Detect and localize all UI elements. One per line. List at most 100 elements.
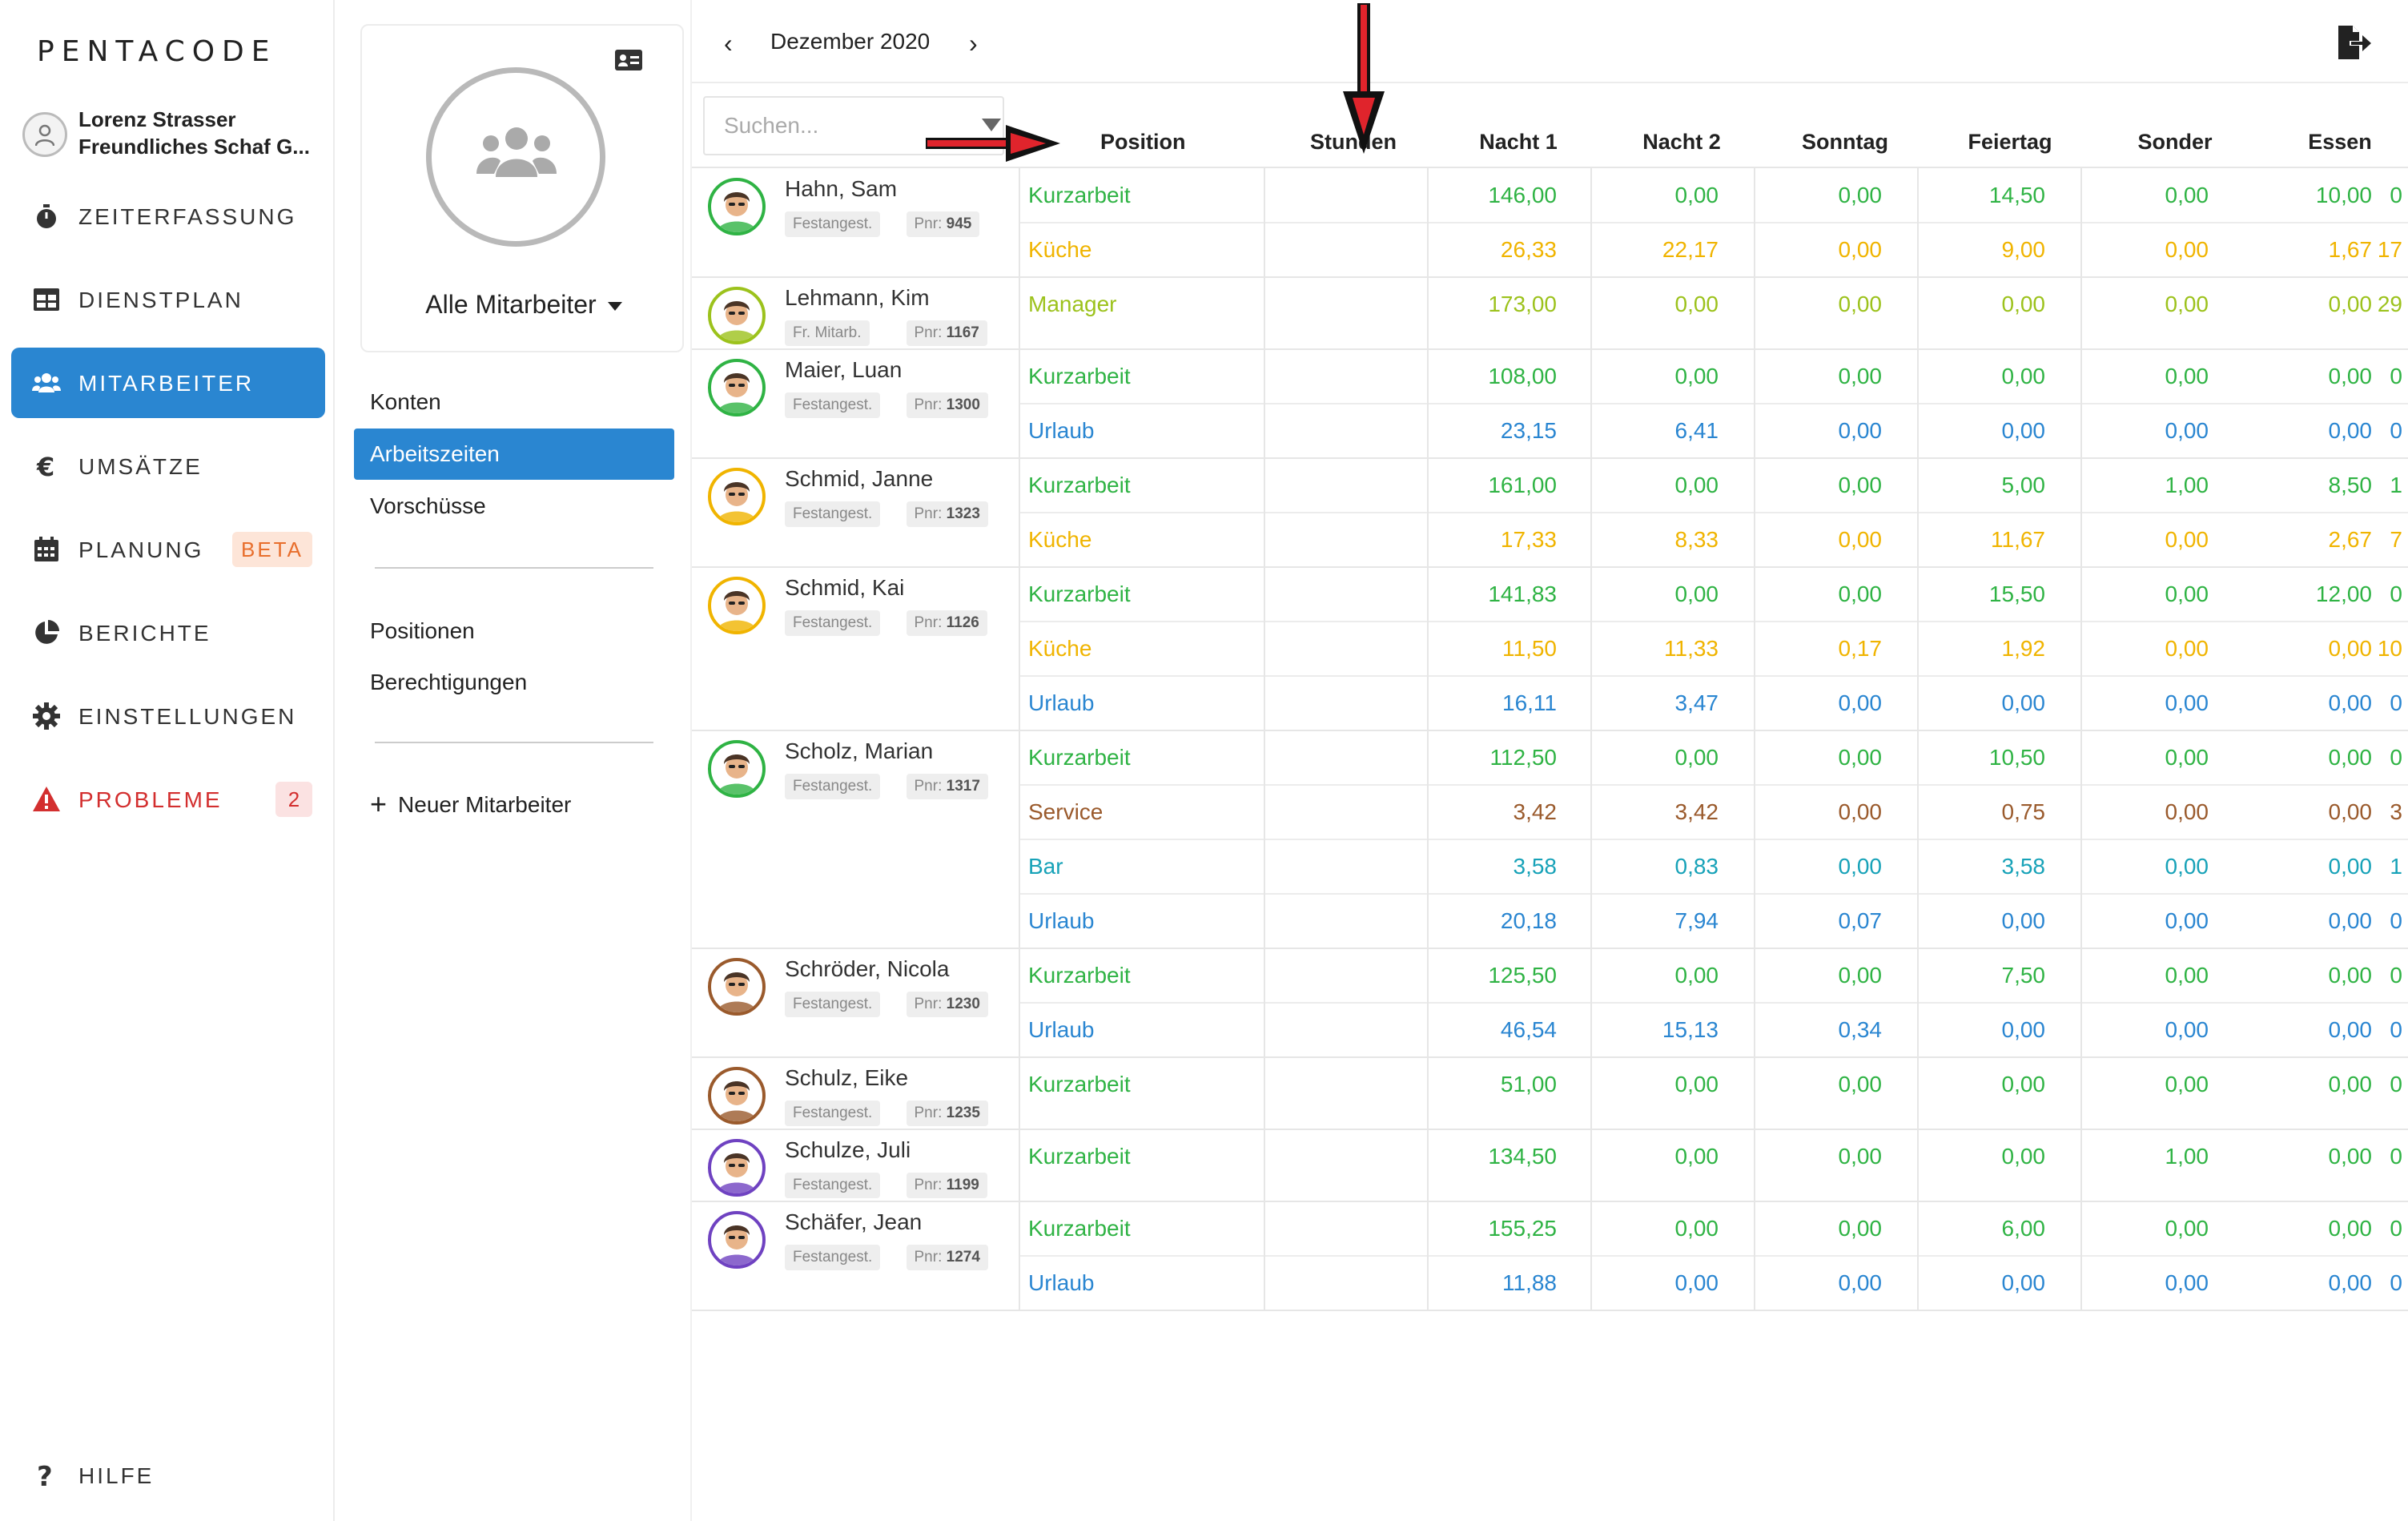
nav-einstellungen[interactable]: EINSTELLUNGEN xyxy=(11,681,325,751)
table-row[interactable]: Küche 17,33 8,33 0,00 11,67 0,00 2,67 7 xyxy=(1019,513,2408,567)
column-header-feiertag[interactable]: Feiertag xyxy=(1930,130,2090,155)
column-divider xyxy=(2080,168,2082,1310)
nav-hilfe[interactable]: ? HILFE xyxy=(11,1440,325,1511)
value-cell-feiertag: 0,00 xyxy=(2165,581,2209,606)
nav-mitarbeiter[interactable]: MITARBEITER xyxy=(11,348,325,418)
position-cell: Küche xyxy=(1028,636,1092,661)
value-cell-nacht-2: 0,00 xyxy=(1838,854,1883,879)
employee-name: Schulz, Eike xyxy=(785,1065,909,1090)
value-cell-nacht-1: 3,42 xyxy=(1674,799,1719,824)
employment-type-badge: Festangest. xyxy=(785,392,881,418)
value-cell-feiertag: 0,00 xyxy=(2165,237,2209,262)
position-cell: Kurzarbeit xyxy=(1028,364,1131,388)
nav-zeiterfassung[interactable]: ZEITERFASSUNG xyxy=(11,181,325,251)
value-cell-sonntag: 0,00 xyxy=(2001,418,2046,443)
subnav-positionen[interactable]: Positionen xyxy=(354,606,674,657)
subnav-arbeitszeiten[interactable]: Arbeitszeiten xyxy=(354,429,674,480)
pnr-label: Pnr: xyxy=(914,505,943,522)
value-cell-essen: 0 xyxy=(2390,183,2402,207)
value-cell-feiertag: 0,00 xyxy=(2165,1017,2209,1042)
value-cell-essen: 0 xyxy=(2390,581,2402,606)
annotation-arrow-down-icon xyxy=(1343,3,1385,154)
nav-planung[interactable]: PLANUNG BETA xyxy=(11,514,325,585)
nav-label: EINSTELLUNGEN xyxy=(78,704,297,729)
table-row[interactable]: Urlaub 23,15 6,41 0,00 0,00 0,00 0,00 0 xyxy=(1019,404,2408,458)
value-cell-nacht-2: 0,00 xyxy=(1838,473,1883,497)
subnav-berechtigungen[interactable]: Berechtigungen xyxy=(354,657,674,708)
table-row[interactable]: Kurzarbeit 141,83 0,00 0,00 15,50 0,00 12,00 0 xyxy=(1019,567,2408,622)
column-header-essen[interactable]: Essen xyxy=(2260,130,2408,155)
value-cell-nacht-2: 0,00 xyxy=(1838,1216,1883,1241)
column-header-sonntag[interactable]: Sonntag xyxy=(1765,130,1925,155)
table-row[interactable]: Urlaub 11,88 0,00 0,00 0,00 0,00 0,00 0 xyxy=(1019,1256,2408,1310)
table-row[interactable]: Kurzarbeit 146,00 0,00 0,00 14,50 0,00 10,00 0 xyxy=(1019,168,2408,223)
new-employee-button[interactable]: + Neuer Mitarbeiter xyxy=(354,779,674,830)
value-cell-sonntag: 10,50 xyxy=(1988,745,2045,770)
table-row[interactable]: Kurzarbeit 125,50 0,00 0,00 7,50 0,00 0,00 0 xyxy=(1019,948,2408,1003)
position-cell: Kurzarbeit xyxy=(1028,473,1131,497)
nav-dienstplan[interactable]: DIENSTPLAN xyxy=(11,264,325,335)
table-row[interactable]: Service 3,42 3,42 0,00 0,75 0,00 0,00 3 xyxy=(1019,785,2408,839)
value-cell-nacht-1: 0,00 xyxy=(1674,1144,1719,1169)
nav-umsaetze[interactable]: € UMSÄTZE xyxy=(11,431,325,501)
search-input[interactable] xyxy=(706,99,947,152)
table-row[interactable]: Küche 26,33 22,17 0,00 9,00 0,00 1,67 17 xyxy=(1019,223,2408,277)
value-cell-sonntag: 0,75 xyxy=(2001,799,2046,824)
nav-berichte[interactable]: BERICHTE xyxy=(11,598,325,668)
table-row[interactable]: Manager 173,00 0,00 0,00 0,00 0,00 0,00 29 xyxy=(1019,277,2408,332)
value-cell-sonntag: 0,00 xyxy=(2001,1017,2046,1042)
subnav-konten[interactable]: Konten xyxy=(354,376,674,428)
employee-avatar-icon xyxy=(708,178,766,235)
value-cell-essen: 1 xyxy=(2390,473,2402,497)
table-row[interactable]: Kurzarbeit 155,25 0,00 0,00 6,00 0,00 0,00 0 xyxy=(1019,1201,2408,1256)
pnr-label: Pnr: xyxy=(914,778,943,795)
table-row[interactable]: Kurzarbeit 161,00 0,00 0,00 5,00 1,00 8,50 1 xyxy=(1019,458,2408,513)
value-cell-nacht-1: 0,00 xyxy=(1674,963,1719,988)
employee-name: Maier, Luan xyxy=(785,357,902,382)
group-selector[interactable]: Alle Mitarbeiter xyxy=(362,290,685,320)
column-header-position[interactable]: Position xyxy=(1100,130,1186,155)
chevron-left-icon[interactable]: ‹ xyxy=(724,29,733,58)
column-header-nacht-1[interactable]: Nacht 1 xyxy=(1438,130,1598,155)
value-cell-sonntag: 0,00 xyxy=(2001,690,2046,715)
employment-type-badge: Festangest. xyxy=(785,774,881,799)
value-cell-nacht-1: 0,00 xyxy=(1674,292,1719,316)
pnr-value: 1300 xyxy=(946,396,980,413)
app-logo: PENTACODE xyxy=(37,35,277,68)
value-cell-essen: 3 xyxy=(2390,799,2402,824)
column-divider xyxy=(1019,168,1020,1310)
employee-name: Schmid, Kai xyxy=(785,575,905,600)
value-cell-nacht-2: 0,00 xyxy=(1838,1072,1883,1096)
value-cell-nacht-1: 0,00 xyxy=(1674,745,1719,770)
table-row[interactable]: Kurzarbeit 112,50 0,00 0,00 10,50 0,00 0,00 0 xyxy=(1019,730,2408,785)
table-row[interactable]: Kurzarbeit 51,00 0,00 0,00 0,00 0,00 0,00 0 xyxy=(1019,1057,2408,1112)
table-row[interactable]: Bar 3,58 0,83 0,00 3,58 0,00 0,00 1 xyxy=(1019,839,2408,894)
table-row[interactable]: Urlaub 20,18 7,94 0,07 0,00 0,00 0,00 0 xyxy=(1019,894,2408,948)
table-row[interactable]: Kurzarbeit 108,00 0,00 0,00 0,00 0,00 0,00 0 xyxy=(1019,349,2408,404)
user-profile[interactable]: Lorenz Strasser Freundliches Schaf G... xyxy=(22,104,327,163)
main-sidebar: PENTACODE Lorenz Strasser Freundliches S… xyxy=(0,0,335,1521)
subnav-vorschuesse[interactable]: Vorschüsse xyxy=(354,481,674,532)
value-cell-essen: 7 xyxy=(2390,527,2402,552)
users-icon xyxy=(476,127,557,177)
employee-avatar-icon xyxy=(708,359,766,416)
value-cell-nacht-2: 0,00 xyxy=(1838,690,1883,715)
employee-name: Schäfer, Jean xyxy=(785,1209,923,1234)
value-cell-nacht-1: 22,17 xyxy=(1662,237,1719,262)
nav-probleme[interactable]: PROBLEME 2 xyxy=(11,764,325,835)
value-cell-essen: 29 xyxy=(2377,292,2402,316)
id-card-icon[interactable] xyxy=(615,50,642,70)
file-export-icon[interactable] xyxy=(2335,24,2372,61)
table-row[interactable]: Küche 11,50 11,33 0,17 1,92 0,00 0,00 10 xyxy=(1019,622,2408,676)
table-row[interactable]: Urlaub 16,11 3,47 0,00 0,00 0,00 0,00 0 xyxy=(1019,676,2408,730)
value-cell-nacht-1: 7,94 xyxy=(1674,908,1719,933)
column-header-sonder[interactable]: Sonder xyxy=(2095,130,2255,155)
table-row[interactable]: Urlaub 46,54 15,13 0,34 0,00 0,00 0,00 0 xyxy=(1019,1003,2408,1057)
column-header-nacht-2[interactable]: Nacht 2 xyxy=(1602,130,1762,155)
table-row[interactable]: Kurzarbeit 134,50 0,00 0,00 0,00 1,00 0,00 0 xyxy=(1019,1129,2408,1184)
chevron-right-icon[interactable]: › xyxy=(969,29,978,58)
value-cell-nacht-2: 0,00 xyxy=(1838,183,1883,207)
position-cell: Kurzarbeit xyxy=(1028,1144,1131,1169)
employee-avatar-icon xyxy=(708,1211,766,1269)
position-cell: Urlaub xyxy=(1028,690,1095,715)
